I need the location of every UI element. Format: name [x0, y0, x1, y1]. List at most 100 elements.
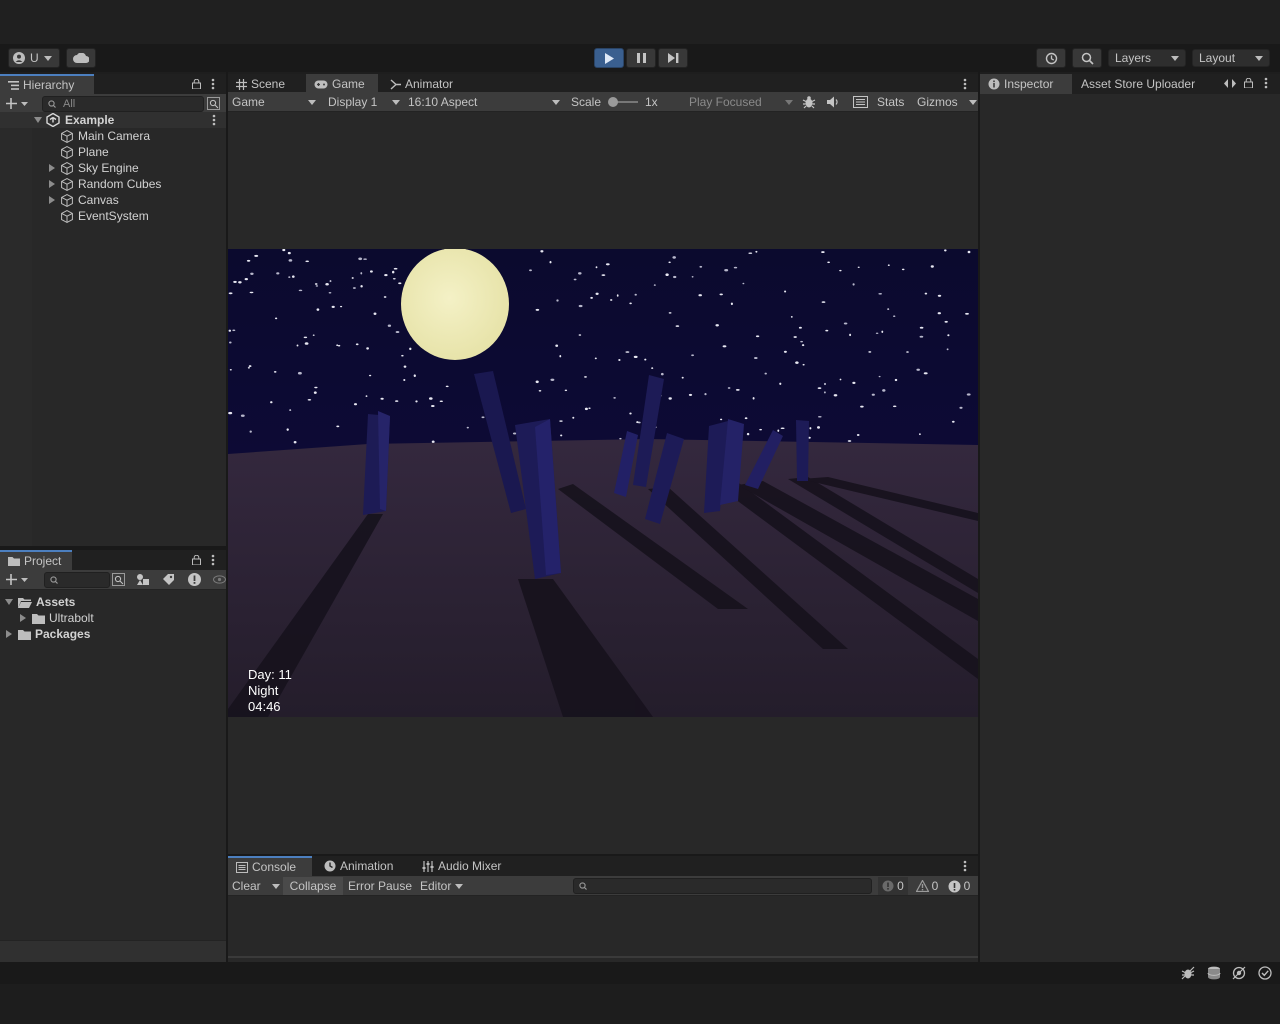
tab-hierarchy[interactable]: Hierarchy — [0, 74, 94, 94]
more-options-icon[interactable] — [963, 78, 967, 90]
star — [719, 293, 723, 296]
hierarchy-item[interactable]: EventSystem — [0, 208, 226, 224]
error-filter-toggle[interactable]: 0 — [944, 877, 974, 895]
lock-icon[interactable] — [1244, 78, 1253, 88]
expand-arrow-icon[interactable] — [5, 599, 13, 605]
star — [314, 283, 318, 285]
expand-arrow-icon[interactable] — [49, 164, 55, 172]
display-label: Display 1 — [328, 95, 378, 109]
add-icon[interactable] — [6, 98, 28, 109]
display-dropdown[interactable]: Display 1 — [328, 94, 400, 110]
hierarchy-item[interactable]: Main Camera — [0, 128, 226, 144]
scene-search-icon[interactable] — [112, 573, 126, 586]
tab-animator[interactable]: Animator — [382, 74, 468, 94]
star — [937, 312, 941, 315]
audio-mute-icon[interactable] — [827, 96, 841, 108]
pause-icon — [636, 53, 646, 63]
project-search-input[interactable] — [44, 572, 110, 588]
star — [722, 345, 727, 348]
editor-dropdown[interactable]: Editor — [420, 878, 466, 894]
expand-arrow-icon[interactable] — [34, 117, 42, 123]
warning-filter-toggle[interactable]: 0 — [912, 877, 942, 895]
expand-arrow-icon[interactable] — [49, 196, 55, 204]
keyboard-icon[interactable] — [853, 96, 868, 108]
tab-project[interactable]: Project — [0, 550, 72, 570]
tab-console[interactable]: Console — [228, 856, 312, 876]
hierarchy-item[interactable]: Sky Engine — [0, 160, 226, 176]
hierarchy-item[interactable]: Canvas — [0, 192, 226, 208]
cache-server-icon[interactable] — [1207, 966, 1221, 980]
pause-button[interactable] — [626, 48, 656, 68]
account-dropdown[interactable]: U — [8, 48, 60, 68]
collapse-toggle[interactable]: Collapse — [283, 877, 343, 895]
more-options-icon[interactable] — [212, 114, 216, 126]
tab-scene[interactable]: Scene — [228, 74, 302, 94]
tab-audio-mixer[interactable]: Audio Mixer — [414, 856, 514, 876]
filter-by-type-icon[interactable] — [136, 573, 150, 586]
play-button[interactable] — [594, 48, 624, 68]
filter-by-label-icon[interactable] — [162, 573, 175, 586]
scene-search-icon[interactable] — [207, 97, 220, 110]
project-folder-packages[interactable]: Packages — [0, 626, 226, 642]
more-options-icon[interactable] — [1264, 77, 1268, 89]
progress-check-icon[interactable] — [1258, 966, 1272, 980]
cloud-button[interactable] — [66, 48, 96, 68]
star — [316, 308, 320, 311]
star — [590, 296, 593, 299]
warning-filter-icon[interactable] — [187, 572, 202, 587]
tab-animation[interactable]: Animation — [316, 856, 406, 876]
star — [550, 378, 555, 382]
tab-asset-store-uploader[interactable]: Asset Store Uploader — [1073, 74, 1209, 94]
auto-generate-lighting-icon[interactable] — [1232, 966, 1246, 980]
more-options-icon[interactable] — [211, 78, 215, 90]
star — [314, 386, 318, 389]
undo-history-button[interactable] — [1036, 48, 1066, 68]
error-pause-toggle[interactable]: Error Pause — [348, 879, 412, 893]
expand-arrow-icon[interactable] — [49, 180, 55, 188]
add-icon[interactable] — [6, 574, 28, 585]
more-options-icon[interactable] — [211, 554, 215, 566]
warning-icon — [915, 880, 929, 892]
project-folder-assets[interactable]: Assets — [0, 594, 226, 610]
tab-scroll-icon[interactable] — [1224, 79, 1236, 88]
game-viewport[interactable]: Day: 11 Night 04:46 — [228, 249, 978, 717]
stats-button[interactable]: Stats — [877, 95, 904, 109]
debug-mode-icon[interactable] — [1181, 966, 1195, 980]
tab-inspector[interactable]: Inspector — [980, 74, 1072, 94]
bug-icon[interactable] — [802, 95, 816, 109]
layout-dropdown[interactable]: Layout — [1192, 49, 1270, 67]
scene-row[interactable]: Example — [0, 112, 226, 128]
info-filter-toggle[interactable]: 0 — [878, 877, 908, 895]
play-mode-dropdown[interactable]: Play Focused — [689, 94, 793, 110]
chevron-down-icon[interactable] — [272, 884, 280, 889]
star — [336, 425, 340, 428]
step-button[interactable] — [658, 48, 688, 68]
chevron-down-icon — [785, 99, 793, 105]
star — [893, 315, 896, 318]
star — [246, 259, 251, 262]
scale-slider-thumb[interactable] — [608, 97, 618, 107]
aspect-dropdown[interactable]: 16:10 Aspect — [408, 94, 560, 110]
layers-dropdown[interactable]: Layers — [1108, 49, 1186, 67]
hierarchy-search-input[interactable]: All — [42, 96, 204, 112]
hierarchy-item[interactable]: Random Cubes — [0, 176, 226, 192]
project-folder-ultrabolt[interactable]: Ultrabolt — [0, 610, 226, 626]
search-button[interactable] — [1072, 48, 1102, 68]
game-view-toolbar: Game Display 1 16:10 Aspect Scale 1x Pla… — [228, 92, 978, 112]
star — [733, 266, 738, 269]
gizmos-dropdown[interactable]: Gizmos — [917, 94, 977, 110]
more-options-icon[interactable] — [963, 860, 967, 872]
lock-icon[interactable] — [192, 79, 201, 89]
star — [887, 264, 890, 267]
view-mode-dropdown[interactable]: Game — [232, 94, 316, 110]
lock-icon[interactable] — [192, 555, 201, 565]
expand-arrow-icon[interactable] — [20, 614, 26, 622]
hierarchy-item[interactable]: Plane — [0, 144, 226, 160]
star — [358, 257, 363, 261]
console-search-input[interactable] — [573, 878, 872, 894]
expand-arrow-icon[interactable] — [6, 630, 12, 638]
visibility-icon[interactable] — [213, 573, 226, 586]
clear-button[interactable]: Clear — [232, 879, 261, 893]
tab-game[interactable]: Game — [306, 74, 378, 94]
star — [818, 415, 822, 418]
